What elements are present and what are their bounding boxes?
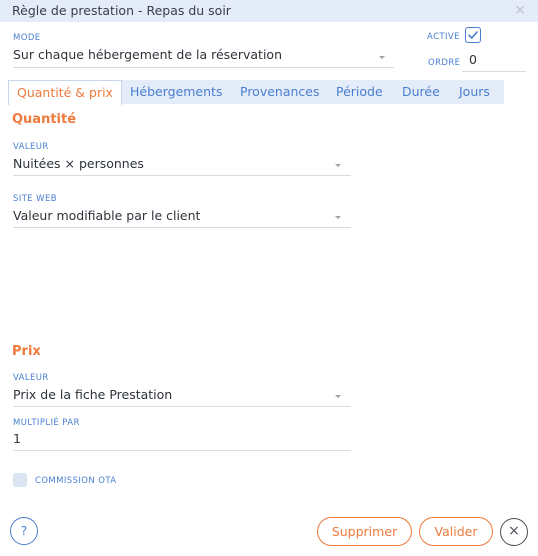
prix-valeur-underline: [13, 406, 351, 407]
quantite-section-title: Quantité: [12, 112, 77, 127]
help-button[interactable]: ?: [10, 517, 38, 545]
ordre-label: ORDRE: [428, 58, 461, 68]
tab-quantite-prix[interactable]: Quantité & prix: [8, 80, 122, 105]
close-button[interactable]: ×: [500, 518, 528, 546]
prix-valeur-label: VALEUR: [13, 373, 49, 383]
tab-duree[interactable]: Durée: [402, 80, 440, 104]
chevron-down-icon[interactable]: [335, 216, 341, 219]
title-bar: Règle de prestation - Repas du soir ×: [0, 0, 538, 22]
chevron-down-icon[interactable]: [379, 56, 385, 59]
tab-jours[interactable]: Jours: [459, 80, 490, 104]
valider-button[interactable]: Valider: [419, 517, 493, 546]
mode-select[interactable]: Sur chaque hébergement de la réservation: [13, 47, 282, 62]
chevron-down-icon[interactable]: [335, 164, 341, 167]
site-web-label: SITE WEB: [13, 194, 57, 204]
mode-label: MODE: [13, 33, 41, 43]
quantite-valeur-select[interactable]: Nuitées × personnes: [13, 156, 144, 171]
multiplie-par-underline: [13, 450, 351, 451]
prix-valeur-select[interactable]: Prix de la fiche Prestation: [13, 387, 172, 402]
tab-periode[interactable]: Période: [336, 80, 383, 104]
mode-underline: [13, 67, 394, 68]
site-web-select[interactable]: Valeur modifiable par le client: [13, 208, 200, 223]
ordre-underline: [462, 71, 526, 72]
site-web-underline: [13, 227, 351, 228]
check-icon: [468, 31, 478, 39]
close-icon[interactable]: ×: [514, 2, 526, 18]
ordre-input[interactable]: 0: [469, 52, 477, 67]
multiplie-par-input[interactable]: 1: [13, 431, 21, 446]
chevron-down-icon[interactable]: [335, 395, 341, 398]
supprimer-button[interactable]: Supprimer: [317, 517, 412, 546]
multiplie-par-label: MULTIPLIÉ PAR: [13, 418, 80, 428]
commission-ota-checkbox[interactable]: [13, 473, 27, 487]
active-label: ACTIVE: [427, 32, 460, 42]
tab-hebergements[interactable]: Hébergements: [130, 80, 222, 104]
active-checkbox[interactable]: [465, 27, 481, 43]
commission-ota-label: COMMISSION OTA: [35, 476, 117, 486]
tab-bar: Quantité & prix Hébergements Provenances…: [8, 80, 504, 105]
prix-section-title: Prix: [12, 344, 41, 359]
dialog-title: Règle de prestation - Repas du soir: [12, 3, 231, 18]
quantite-valeur-underline: [13, 175, 351, 176]
tab-provenances[interactable]: Provenances: [240, 80, 320, 104]
quantite-valeur-label: VALEUR: [13, 142, 49, 152]
